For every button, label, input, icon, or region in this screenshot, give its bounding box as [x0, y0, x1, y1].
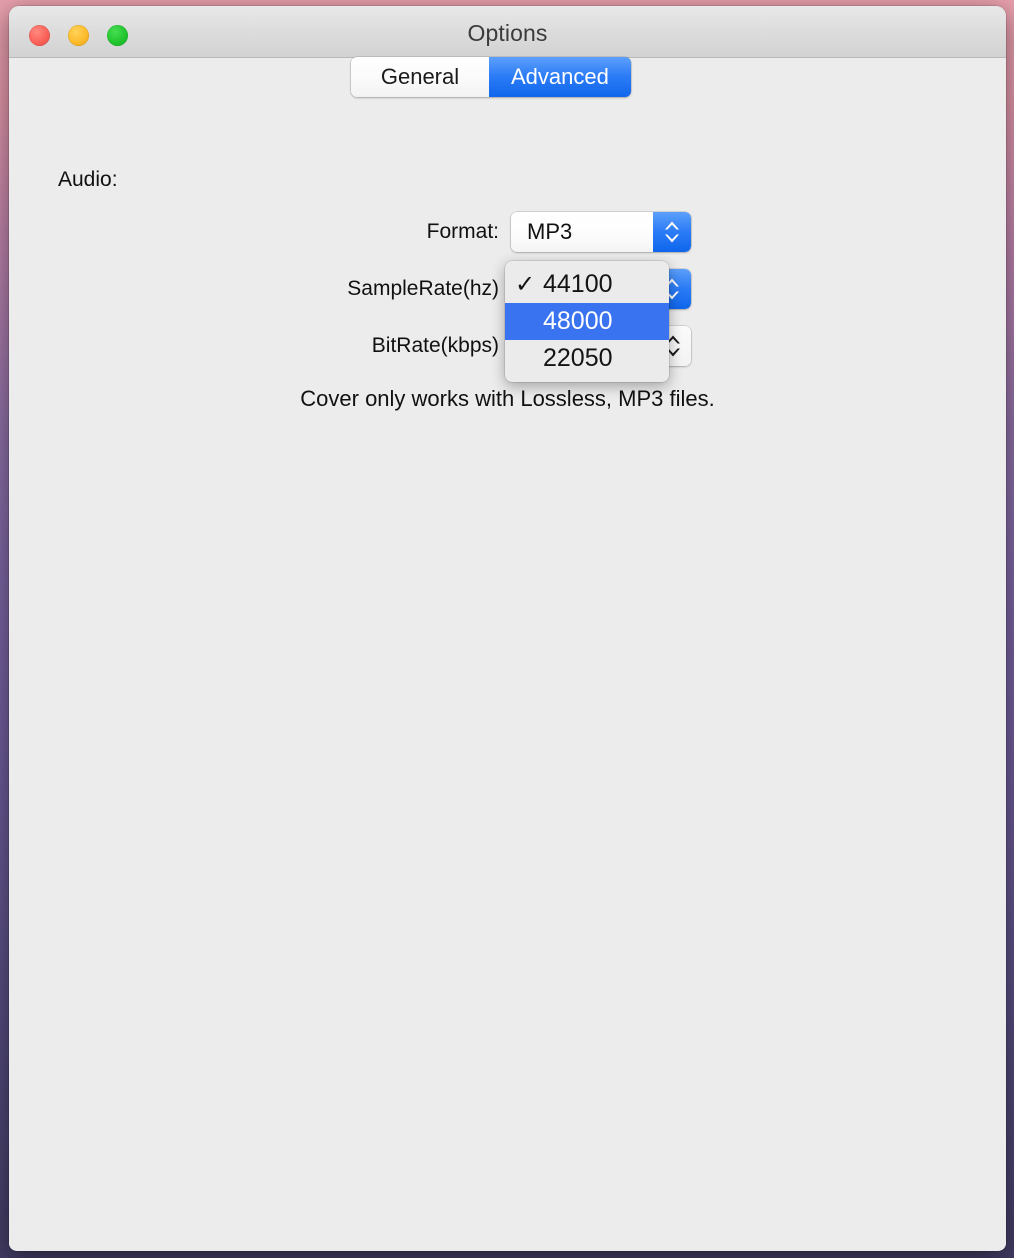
menu-item-label: 48000: [543, 307, 613, 335]
tab-general[interactable]: General: [351, 57, 489, 97]
format-label: Format:: [426, 220, 499, 243]
menu-item-22050[interactable]: 22050: [505, 340, 669, 377]
desktop-backdrop: Options General Advanced Audio: Format: …: [0, 0, 1014, 1258]
audio-section-label: Audio:: [58, 168, 118, 191]
window-title: Options: [467, 20, 548, 46]
samplerate-dropdown-menu[interactable]: ✓ 44100 48000 22050: [505, 261, 669, 382]
window-content: General Advanced Audio: Format: MP3 Samp…: [9, 57, 1006, 1250]
format-popup-button[interactable]: MP3: [511, 212, 691, 252]
tab-advanced[interactable]: Advanced: [489, 57, 631, 97]
options-window: Options General Advanced Audio: Format: …: [9, 6, 1006, 1251]
menu-item-48000[interactable]: 48000: [505, 303, 669, 340]
tab-segmented-control: General Advanced: [351, 57, 631, 97]
menu-item-44100[interactable]: ✓ 44100: [505, 266, 669, 303]
format-stepper-arrows[interactable]: [653, 212, 691, 252]
window-titlebar[interactable]: Options: [9, 6, 1006, 58]
checkmark-icon: ✓: [515, 270, 536, 298]
menu-item-label: 44100: [543, 270, 613, 298]
form-row-format: Format: MP3: [309, 212, 691, 252]
format-value: MP3: [527, 219, 573, 244]
tab-general-label: General: [380, 64, 460, 89]
chevron-down-icon: [663, 233, 681, 244]
bitrate-label: BitRate(kbps): [371, 334, 499, 357]
samplerate-label: SampleRate(hz): [347, 277, 499, 300]
chevron-up-icon: [663, 220, 681, 231]
menu-item-label: 22050: [543, 344, 613, 372]
tab-advanced-label: Advanced: [511, 64, 609, 89]
cover-note-text: Cover only works with Lossless, MP3 file…: [300, 386, 715, 411]
